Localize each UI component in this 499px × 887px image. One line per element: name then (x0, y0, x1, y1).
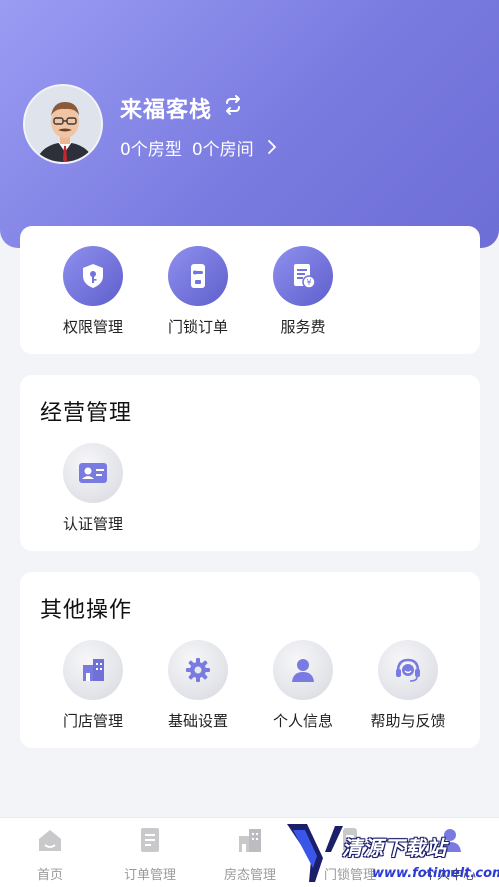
tile-label: 门店管理 (62, 712, 123, 730)
tile-label: 帮助与反馈 (370, 712, 446, 730)
help-feedback-button[interactable]: 帮助与反馈 (363, 640, 453, 731)
tile-label: 个人信息 (272, 712, 333, 730)
door-lock-icon (168, 246, 228, 306)
tile-label: 基础设置 (167, 712, 228, 730)
tab-label: 首页 (36, 868, 63, 883)
store-management-button[interactable]: 门店管理 (48, 640, 138, 731)
store-icon (63, 640, 123, 700)
quick-actions-card: 权限管理 门锁订单 ¥ 服务费 (20, 226, 480, 354)
person-icon (273, 640, 333, 700)
tab-home[interactable]: 首页 (0, 826, 100, 883)
headset-icon (378, 640, 438, 700)
watermark-url: www.fotimelt.com (372, 866, 499, 881)
watermark-text: 清源下载站 (342, 836, 447, 860)
service-fee-button[interactable]: ¥ 服务费 (258, 246, 348, 337)
door-lock-order-button[interactable]: 门锁订单 (153, 246, 243, 337)
tile-label: 服务费 (280, 318, 326, 336)
svg-text:¥: ¥ (306, 278, 311, 287)
permission-management-button[interactable]: 权限管理 (48, 246, 138, 337)
gear-icon (168, 640, 228, 700)
room-status-icon (239, 829, 261, 852)
switch-store-icon[interactable] (222, 94, 244, 116)
business-management-card: 经营管理 认证管理 (20, 375, 480, 551)
section-title: 经营管理 (40, 401, 133, 426)
bill-yen-icon: ¥ (273, 246, 333, 306)
home-icon (39, 830, 61, 851)
other-operations-card: 其他操作 门店管理 基础设置 个人信息 帮助与反馈 (20, 572, 480, 748)
tile-label: 认证管理 (62, 515, 123, 533)
shield-key-icon (63, 246, 123, 306)
section-title: 其他操作 (40, 598, 133, 623)
tile-label: 权限管理 (62, 318, 123, 336)
chevron-right-icon (267, 140, 276, 154)
room-type-count: 0个房型 (120, 139, 182, 160)
certification-management-button[interactable]: 认证管理 (48, 443, 138, 534)
basic-settings-button[interactable]: 基础设置 (153, 640, 243, 731)
tile-label: 门锁订单 (167, 318, 228, 336)
tab-label: 订单管理 (123, 868, 176, 883)
avatar[interactable] (23, 84, 103, 164)
room-summary-link[interactable]: 0个房型 0个房间 (120, 136, 278, 160)
id-card-icon (63, 443, 123, 503)
order-icon (141, 828, 159, 852)
room-count: 0个房间 (191, 139, 254, 160)
personal-info-button[interactable]: 个人信息 (258, 640, 348, 731)
tab-order-management[interactable]: 订单管理 (100, 826, 200, 883)
store-name: 来福客栈 (120, 98, 213, 123)
